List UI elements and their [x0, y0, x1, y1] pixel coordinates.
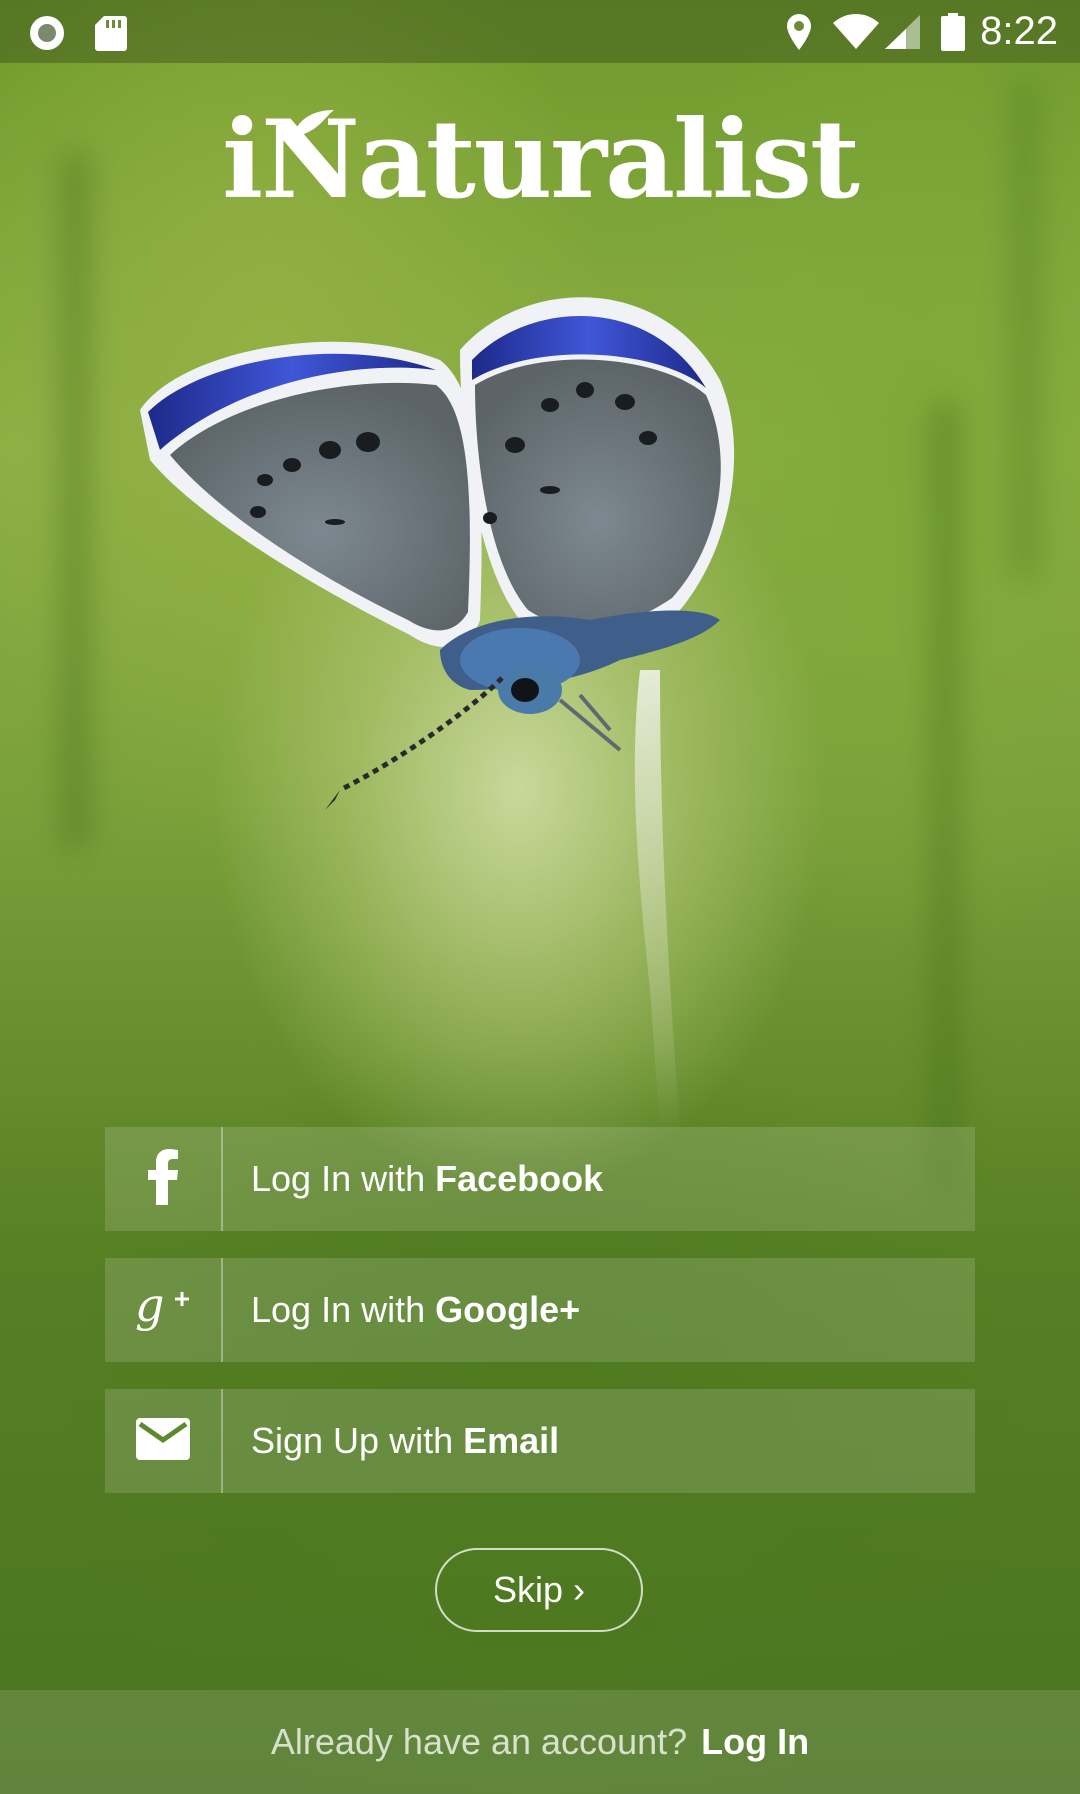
login-link[interactable]: Log In [701, 1721, 809, 1763]
provider-name: Email [463, 1420, 560, 1461]
provider-name: Google+ [435, 1289, 581, 1330]
login-prefix: Log In with [251, 1158, 436, 1199]
sd-card-icon [94, 14, 128, 57]
app-logo: iNaturalist [222, 97, 860, 223]
wifi-icon [832, 14, 880, 55]
mail-icon [136, 1417, 190, 1465]
footer-bar: Already have an account? Log In [0, 1690, 1080, 1794]
status-time: 8:22 [980, 9, 1058, 53]
google-plus-icon: g [135, 1278, 191, 1340]
skip-button[interactable]: Skip › [435, 1548, 643, 1632]
record-icon [28, 14, 66, 57]
facebook-icon [146, 1148, 180, 1210]
login-prefix: Log In with [251, 1289, 436, 1330]
location-icon [784, 12, 814, 57]
google-plus-login-button[interactable]: g Log In with Google+ [105, 1258, 975, 1362]
email-signup-label: Sign Up with Email [223, 1420, 559, 1462]
svg-text:g: g [135, 1281, 164, 1332]
google-plus-login-label: Log In with Google+ [223, 1289, 580, 1331]
onboarding-screen: 8:22 iNaturalist Log In with Facebook g … [0, 0, 1080, 1794]
battery-icon [940, 12, 966, 57]
login-prefix: Sign Up with [251, 1420, 464, 1461]
mail-icon-cell [105, 1389, 223, 1493]
email-signup-button[interactable]: Sign Up with Email [105, 1389, 975, 1493]
background-grass-streak [930, 400, 960, 1200]
facebook-login-button[interactable]: Log In with Facebook [105, 1127, 975, 1231]
butterfly-photo [140, 290, 860, 1135]
provider-name: Facebook [435, 1158, 604, 1199]
logo-leaf-icon [290, 108, 336, 147]
facebook-icon-cell [105, 1127, 223, 1231]
cell-signal-icon [884, 14, 922, 55]
account-prompt: Already have an account? [270, 1721, 688, 1762]
google-plus-icon-cell: g [105, 1258, 223, 1362]
facebook-login-label: Log In with Facebook [223, 1158, 603, 1200]
background-grass-streak [60, 150, 90, 850]
status-bar: 8:22 [0, 0, 1080, 63]
